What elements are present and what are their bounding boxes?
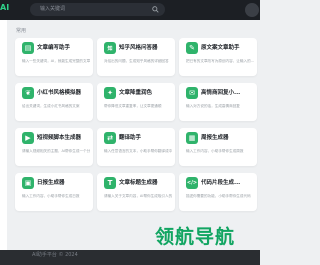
- tool-card-description: 输入任意语言的文本，小助手帮你翻译成中文: [104, 149, 172, 153]
- tool-card[interactable]: ✎ 原文案文章助手把已有的文章改写为原创内容，让输入的...: [179, 38, 257, 76]
- title-icon: T: [104, 177, 116, 189]
- tool-card[interactable]: ✦ 文章降重润色帮你降低文章重复率，让文章更通顺: [97, 83, 175, 121]
- tool-card-description: 输入对方说的话，生成高情商回复: [186, 104, 240, 108]
- tool-card-description: 帮你降低文章重复率，让文章更通顺: [104, 104, 162, 108]
- tool-card-description: 输入工作内容，小助手帮你生成周报: [186, 149, 244, 153]
- tool-card-title: 文章编写助手: [37, 45, 71, 51]
- watermark: 领航导航: [155, 226, 236, 248]
- tool-card-description: 输入一些关键词，AI，就能生成完整的文章，AI会进行智能一键...: [22, 59, 90, 63]
- chat-icon: ✉: [186, 87, 198, 99]
- code-icon: </>: [186, 177, 198, 189]
- tool-card-description: 把已有的文章改写为原创内容，让输入的...: [186, 59, 254, 63]
- leaf-icon: ❦: [22, 87, 34, 99]
- search-icon[interactable]: [152, 6, 159, 13]
- section-label-common: 常用: [16, 28, 27, 34]
- tool-card-title: 周报生成器: [201, 135, 229, 141]
- tool-card-title: 短视频脚本生成器: [37, 135, 82, 141]
- top-bar: AI 输入关键词: [0, 0, 260, 20]
- pen-icon: ✎: [186, 42, 198, 54]
- tool-card-description: 请输入关于文章内容，AI帮你生成吸引人的标题: [104, 194, 172, 198]
- tool-card[interactable]: ▦ 周报生成器输入工作内容，小助手帮你生成周报: [179, 128, 257, 166]
- tool-card-title: 高情商回复小...: [201, 90, 241, 96]
- polish-icon: ✦: [104, 87, 116, 99]
- search-placeholder: 输入关键词: [40, 6, 66, 12]
- zhihu-icon: 知: [104, 42, 116, 54]
- tool-card-title: 文章降重润色: [119, 90, 153, 96]
- tool-card[interactable]: ❦ 小红书风格模拟器给出关键词，生成小红书风格的文案: [15, 83, 93, 121]
- tool-card-description: 给出关键词，生成小红书风格的文案: [22, 104, 80, 108]
- tool-card-description: 对给出的问题，生成知乎风格的详细回答: [104, 59, 169, 63]
- tool-card[interactable]: </> 代码片段生成... 描述你需要的功能，小助手帮你生成代码: [179, 173, 257, 211]
- tool-card-description: 请输入视频相关的主题，AI帮你生成一个分镜的脚本: [22, 149, 90, 153]
- footer: AI助手平台 © 2024: [0, 250, 260, 265]
- tool-card-title: 代码片段生成...: [201, 180, 241, 186]
- tool-card-description: 描述你需要的功能，小助手帮你生成代码: [186, 194, 251, 198]
- footer-brand: AI助手平台 © 2024: [32, 252, 78, 258]
- tool-card[interactable]: ▣ 日报生成器输入工作内容，小助手帮你生成日报: [15, 173, 93, 211]
- video-icon: ▶: [22, 132, 34, 144]
- tool-card-title: 文章标题生成器: [119, 180, 158, 186]
- tool-card[interactable]: ▶短视频脚本生成器请输入视频相关的主题，AI帮你生成一个分镜的脚本: [15, 128, 93, 166]
- tool-card-title: 翻译助手: [119, 135, 142, 141]
- tool-card-title: 小红书风格模拟器: [37, 90, 82, 96]
- tool-card[interactable]: T 文章标题生成器请输入关于文章内容，AI帮你生成吸引人的标题: [97, 173, 175, 211]
- document-icon: ▤: [22, 42, 34, 54]
- tool-card[interactable]: ▤文章编写助手输入一些关键词，AI，就能生成完整的文章，AI会进行智能一键...: [15, 38, 93, 76]
- avatar-icon[interactable]: [245, 3, 259, 17]
- tool-card-title: 知乎风格问答器: [119, 45, 158, 51]
- translate-icon: ⇄: [104, 132, 116, 144]
- tool-card[interactable]: 知知乎风格问答器对给出的问题，生成知乎风格的详细回答: [97, 38, 175, 76]
- tool-card-title: 日报生成器: [37, 180, 65, 186]
- tool-card-title: 原文案文章助手: [201, 45, 240, 51]
- sidebar: [0, 20, 7, 265]
- calendar-icon: ▣: [22, 177, 34, 189]
- logo[interactable]: AI: [0, 3, 9, 12]
- search-input[interactable]: 输入关键词: [30, 3, 165, 16]
- report-icon: ▦: [186, 132, 198, 144]
- tool-card[interactable]: ⇄ 翻译助手输入任意语言的文本，小助手帮你翻译成中文: [97, 128, 175, 166]
- tool-card-description: 输入工作内容，小助手帮你生成日报: [22, 194, 80, 198]
- tool-card[interactable]: ✉ 高情商回复小... 输入对方说的话，生成高情商回复: [179, 83, 257, 121]
